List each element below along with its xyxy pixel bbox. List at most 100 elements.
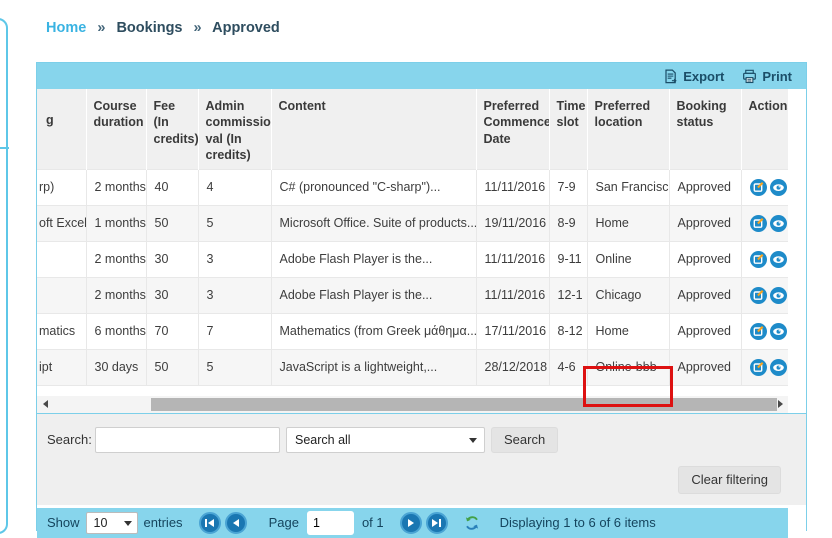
column-header-fee[interactable]: Fee (In credits) bbox=[146, 89, 198, 169]
table-cell: matics bbox=[37, 313, 86, 349]
table-cell: Adobe Flash Player is the... bbox=[271, 277, 476, 313]
scrollbar-thumb[interactable] bbox=[151, 398, 777, 411]
table-cell: 3 bbox=[198, 241, 271, 277]
clear-filtering-button[interactable]: Clear filtering bbox=[678, 466, 781, 494]
table-cell: 30 bbox=[146, 241, 198, 277]
horizontal-scrollbar[interactable] bbox=[37, 396, 788, 413]
column-header-time-slot[interactable]: Time slot bbox=[549, 89, 587, 169]
table-cell: 7-9 bbox=[549, 169, 587, 205]
column-header-admin-commission[interactable]: Admin commission val (In credits) bbox=[198, 89, 271, 169]
table-cell: San Francisco bbox=[587, 169, 669, 205]
table-cell: 3 bbox=[198, 277, 271, 313]
last-page-button[interactable] bbox=[426, 512, 448, 534]
print-icon bbox=[742, 69, 757, 84]
filter-section: Search: Search all Search Clear filterin… bbox=[37, 413, 806, 505]
scroll-left-arrow[interactable] bbox=[37, 396, 53, 413]
edit-icon[interactable] bbox=[750, 251, 767, 268]
entries-label: entries bbox=[144, 515, 183, 530]
breadcrumb-home[interactable]: Home bbox=[46, 20, 86, 36]
table-cell: 50 bbox=[146, 349, 198, 385]
search-label: Search: bbox=[47, 432, 95, 447]
table-cell: ipt bbox=[37, 349, 86, 385]
pagination-bar: Show 10 entries Page of 1 Displaying 1 bbox=[37, 508, 788, 538]
next-page-button[interactable] bbox=[400, 512, 422, 534]
table-cell: 50 bbox=[146, 205, 198, 241]
edit-icon[interactable] bbox=[750, 287, 767, 304]
table-cell: 12-1 bbox=[549, 277, 587, 313]
page-size-select[interactable]: 10 bbox=[86, 512, 138, 534]
view-icon[interactable] bbox=[770, 251, 787, 268]
table-cell: 8-12 bbox=[549, 313, 587, 349]
show-label: Show bbox=[47, 515, 80, 530]
chevron-down-icon bbox=[124, 521, 132, 526]
table-cell: rp) bbox=[37, 169, 86, 205]
prev-page-button[interactable] bbox=[225, 512, 247, 534]
table-cell: Home bbox=[587, 205, 669, 241]
column-header-preferred-commence-date[interactable]: Preferred Commence Date bbox=[476, 89, 549, 169]
search-input[interactable] bbox=[95, 427, 280, 453]
grid-bottom-gap bbox=[37, 386, 788, 396]
displaying-status: Displaying 1 to 6 of 6 items bbox=[500, 515, 656, 530]
view-icon[interactable] bbox=[770, 323, 787, 340]
table-cell: Chicago bbox=[587, 277, 669, 313]
page-number-input[interactable] bbox=[307, 511, 354, 535]
breadcrumb: Home » Bookings » Approved bbox=[46, 20, 280, 36]
column-header-booking-status[interactable]: Booking status bbox=[669, 89, 741, 169]
edit-icon[interactable] bbox=[750, 323, 767, 340]
edit-icon[interactable] bbox=[750, 179, 767, 196]
scroll-right-arrow[interactable] bbox=[772, 396, 788, 413]
table-cell: 2 months bbox=[86, 277, 146, 313]
table-cell: C# (pronounced "C-sharp")... bbox=[271, 169, 476, 205]
column-header-preferred-location[interactable]: Preferred location bbox=[587, 89, 669, 169]
table-cell: Home bbox=[587, 313, 669, 349]
search-button[interactable]: Search bbox=[491, 427, 558, 453]
table-cell: Approved bbox=[669, 277, 741, 313]
table-cell: 19/11/2016 bbox=[476, 205, 549, 241]
table-cell bbox=[37, 277, 86, 313]
table-row: 2 months303Adobe Flash Player is the...1… bbox=[37, 241, 788, 277]
table-cell: Approved bbox=[669, 205, 741, 241]
breadcrumb-bookings[interactable]: Bookings bbox=[116, 20, 182, 36]
column-header-course-duration[interactable]: Course duration bbox=[86, 89, 146, 169]
table-cell: 30 days bbox=[86, 349, 146, 385]
view-icon[interactable] bbox=[770, 359, 787, 376]
table-cell: Approved bbox=[669, 313, 741, 349]
table-cell: 7 bbox=[198, 313, 271, 349]
view-icon[interactable] bbox=[770, 287, 787, 304]
edit-icon[interactable] bbox=[750, 215, 767, 232]
table-row: rp)2 months404C# (pronounced "C-sharp").… bbox=[37, 169, 788, 205]
actions-cell bbox=[741, 277, 788, 313]
table-cell: 9-11 bbox=[549, 241, 587, 277]
export-label: Export bbox=[683, 69, 724, 84]
breadcrumb-separator: » bbox=[194, 20, 202, 36]
table-cell: 11/11/2016 bbox=[476, 277, 549, 313]
page-size-value: 10 bbox=[94, 516, 108, 530]
of-label: of 1 bbox=[362, 515, 384, 530]
export-button[interactable]: Export bbox=[663, 69, 724, 84]
refresh-icon[interactable] bbox=[464, 515, 480, 531]
breadcrumb-approved[interactable]: Approved bbox=[212, 20, 280, 36]
actions-cell bbox=[741, 349, 788, 385]
view-icon[interactable] bbox=[770, 179, 787, 196]
bookings-grid-panel: Export Print g Course duration bbox=[36, 62, 807, 531]
table-cell bbox=[37, 241, 86, 277]
view-icon[interactable] bbox=[770, 215, 787, 232]
left-panel-divider bbox=[0, 147, 9, 149]
table-row: matics6 months707Mathematics (from Greek… bbox=[37, 313, 788, 349]
table-cell: oft Excel bbox=[37, 205, 86, 241]
header-row: g Course duration Fee (In credits) Admin… bbox=[37, 89, 788, 169]
bookings-table: g Course duration Fee (In credits) Admin… bbox=[37, 89, 788, 386]
first-page-button[interactable] bbox=[199, 512, 221, 534]
table-cell: 1 months bbox=[86, 205, 146, 241]
left-panel-border bbox=[0, 18, 8, 534]
table-cell: Microsoft Office. Suite of products... bbox=[271, 205, 476, 241]
table-cell: Approved bbox=[669, 169, 741, 205]
column-header-content[interactable]: Content bbox=[271, 89, 476, 169]
search-field-select[interactable]: Search all bbox=[286, 427, 485, 453]
table-cell: 6 months bbox=[86, 313, 146, 349]
page-label: Page bbox=[269, 515, 299, 530]
column-header-clipped[interactable]: g bbox=[37, 89, 86, 169]
print-button[interactable]: Print bbox=[742, 69, 792, 84]
table-cell: 5 bbox=[198, 349, 271, 385]
edit-icon[interactable] bbox=[750, 359, 767, 376]
